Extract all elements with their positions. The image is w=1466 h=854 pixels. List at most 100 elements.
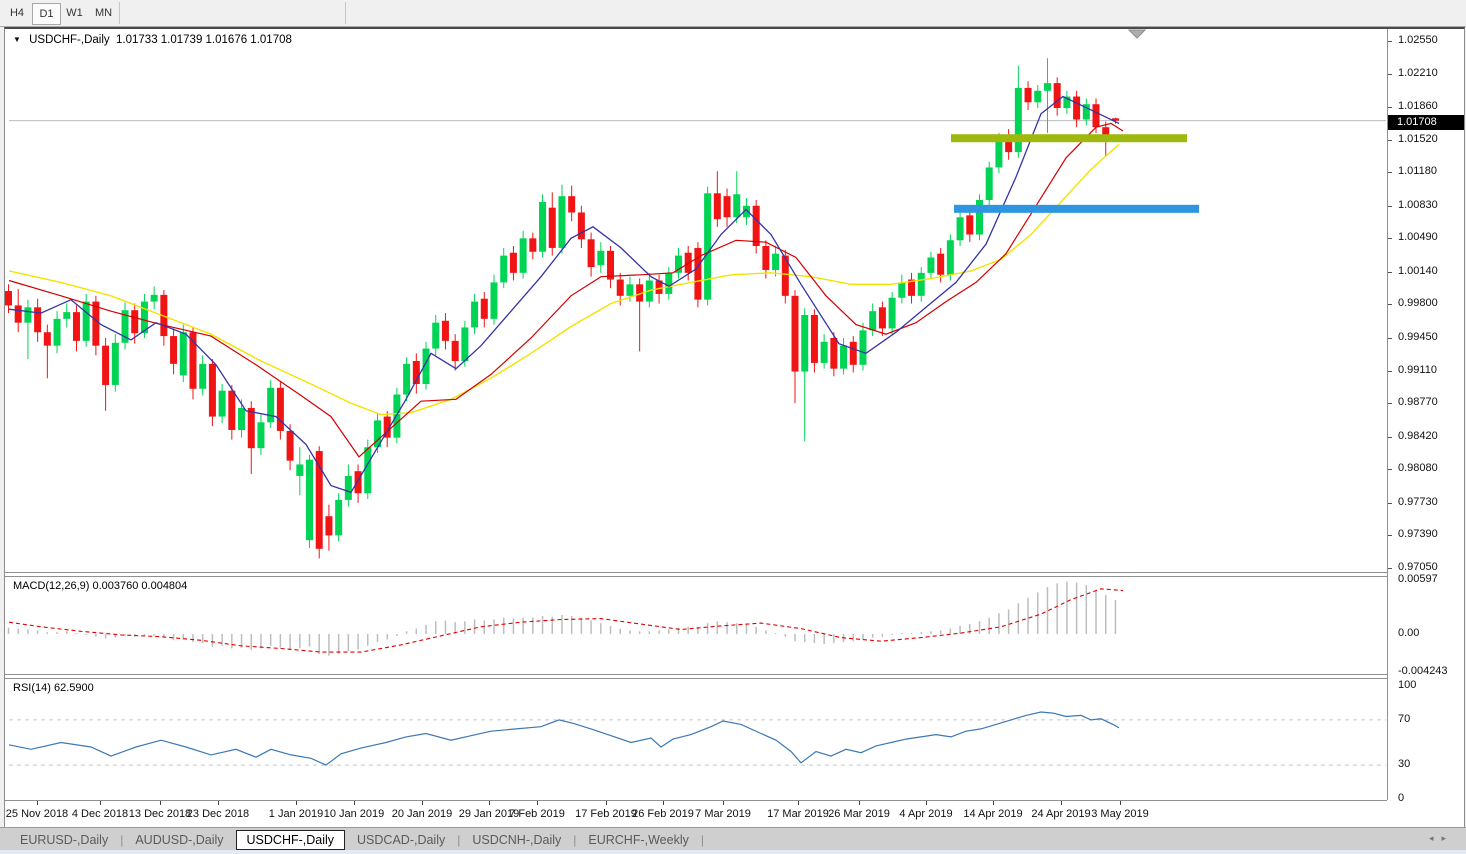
symbol-name: USDCHF-,Daily [29,34,110,46]
date-axis-tick [606,801,607,805]
date-axis-tick [723,801,724,805]
date-axis-tick [1061,801,1062,805]
timeframe-button-mn[interactable]: MN [90,3,117,23]
price-axis-tick [1388,469,1392,471]
chart-tab-eurusd-daily[interactable]: EURUSD-,Daily [8,831,120,849]
tab-scroll-left-icon[interactable]: ◂ [1429,833,1442,843]
price-axis-label: 1.01520 [1398,132,1438,145]
price-axis-label: 1.01860 [1398,100,1438,113]
toolbar-separator [345,2,346,24]
current-price-tag: 1.01708 [1388,114,1464,130]
price-axis-label: 0.97390 [1398,528,1438,541]
price-axis-tick [1388,172,1392,174]
date-axis-label: 4 Apr 2019 [899,808,953,820]
timeframe-button-d1[interactable]: D1 [32,3,61,25]
toolbar-separator [119,2,120,24]
rsi-label: RSI(14) 62.5900 [13,682,94,694]
date-axis-tick [296,801,297,805]
price-axis-tick [1388,370,1392,372]
price-axis-label: 0.97050 [1398,560,1438,573]
date-axis-label: 7 Feb 2019 [509,808,565,820]
rsi-axis-label: 70 [1398,712,1411,725]
date-axis-tick [798,801,799,805]
chart-tabs: EURUSD-,Daily | AUDUSD-,Daily USDCHF-,Daily… [8,828,704,851]
arrow-marker-icon [1127,29,1147,39]
price-axis-label: 0.99110 [1398,363,1437,376]
chart-tab-usdchf-daily[interactable]: USDCHF-,Daily [235,829,346,850]
date-axis-label: 14 Apr 2019 [963,808,1023,820]
price-axis[interactable]: 1.01708 1.02550 1.02210 1.01860 1.01520 1.01… [1387,29,1464,804]
date-axis-label: 10 Jan 2019 [323,808,385,820]
macd-signal-line [8,588,1124,653]
price-axis-label: 0.98420 [1398,429,1438,442]
date-axis-label: 26 Mar 2019 [828,808,890,820]
macd-indicator-pane[interactable] [5,577,1387,674]
date-axis-tick [663,801,664,805]
ma-mid-red-line [8,122,1124,458]
chart-tab-usdcnh-daily[interactable]: USDCNH-,Daily [460,831,573,849]
date-axis-tick [859,801,860,805]
date-axis-tick [422,801,423,805]
pane-separator[interactable] [5,674,1387,675]
macd-axis-label: 0.00597 [1398,573,1438,585]
date-axis-label: 23 Dec 2018 [186,808,250,820]
timeframe-toolbar: H4 D1 W1 MN [0,0,1466,27]
price-axis-label: 0.99800 [1398,297,1438,310]
price-axis-tick [1388,338,1392,340]
date-axis-label: 7 Mar 2019 [695,808,751,820]
macd-label: MACD(12,26,9) 0.003760 0.004804 [13,580,188,592]
price-axis-label: 0.99450 [1398,331,1438,344]
price-axis-label: 1.00140 [1398,264,1438,277]
chart-tab-usdcad-daily[interactable]: USDCAD-,Daily [345,831,457,849]
chart-tab-audusd-daily[interactable]: AUDUSD-,Daily [123,831,235,849]
chart-tab-eurchf-weekly[interactable]: EURCHF-,Weekly [576,831,700,849]
main-price-pane[interactable] [5,29,1387,572]
date-axis-label: 3 May 2019 [1091,808,1149,820]
rsi-axis-label: 30 [1398,758,1411,771]
price-axis-tick [1388,139,1392,141]
tab-scroll-arrows[interactable]: ◂▸ [1429,833,1454,844]
date-axis-tick [1120,801,1121,805]
ohlc-quote: 1.01733 1.01739 1.01676 1.01708 [116,34,292,46]
price-axis-label: 1.00830 [1398,198,1438,211]
pane-separator[interactable] [5,572,1387,573]
collapse-triangle-icon[interactable]: ▼ [13,35,21,44]
timeframe-button-h4[interactable]: H4 [4,3,30,23]
price-axis-label: 0.97730 [1398,495,1438,508]
date-axis-tick [926,801,927,805]
window-bottom-edge [0,850,1466,854]
price-axis-tick [1388,436,1392,438]
price-axis-label: 1.01180 [1398,165,1437,178]
rsi-axis-label: 100 [1398,679,1417,691]
price-axis-label: 0.98080 [1398,462,1438,475]
timeframe-button-w1[interactable]: W1 [61,3,88,23]
price-axis-tick [1388,271,1392,273]
ma-fast-blue-line [8,95,1120,494]
rsi-indicator-pane[interactable] [5,679,1387,800]
date-axis-tick [354,801,355,805]
date-axis-tick [100,801,101,805]
price-axis-tick [1388,205,1392,207]
price-axis-tick [1388,535,1392,537]
price-axis-tick [1388,403,1392,405]
chart-title: ▼ USDCHF-,Daily 1.01733 1.01739 1.01676 … [13,34,292,46]
tab-scroll-right-icon[interactable]: ▸ [1441,833,1454,843]
price-axis-tick [1388,502,1392,504]
price-axis-label: 1.00490 [1398,231,1438,244]
chart-window[interactable]: ▼ USDCHF-,Daily 1.01733 1.01739 1.01676 … [4,27,1465,829]
macd-histogram [7,581,1117,656]
price-axis-label: 1.02210 [1398,66,1438,79]
tab-separator: | [700,832,704,847]
price-axis-tick [1388,304,1392,306]
mt4-application-window: H4 D1 W1 MN ▼ USDCHF-,Daily 1.01733 1.01739… [0,0,1466,854]
date-axis-tick [160,801,161,805]
date-axis-tick [537,801,538,805]
date-axis[interactable]: 25 Nov 2018 4 Dec 2018 13 Dec 2018 23 Dec 2… [5,801,1387,828]
ma-slow-yellow-line [8,143,1120,416]
date-axis-label: 20 Jan 2019 [391,808,453,820]
price-axis-label: 1.02550 [1398,34,1438,46]
date-axis-tick [993,801,994,805]
price-axis-tick [1388,238,1392,240]
price-axis-label: 0.98770 [1398,396,1438,409]
support-blue-level-line [954,204,1199,213]
